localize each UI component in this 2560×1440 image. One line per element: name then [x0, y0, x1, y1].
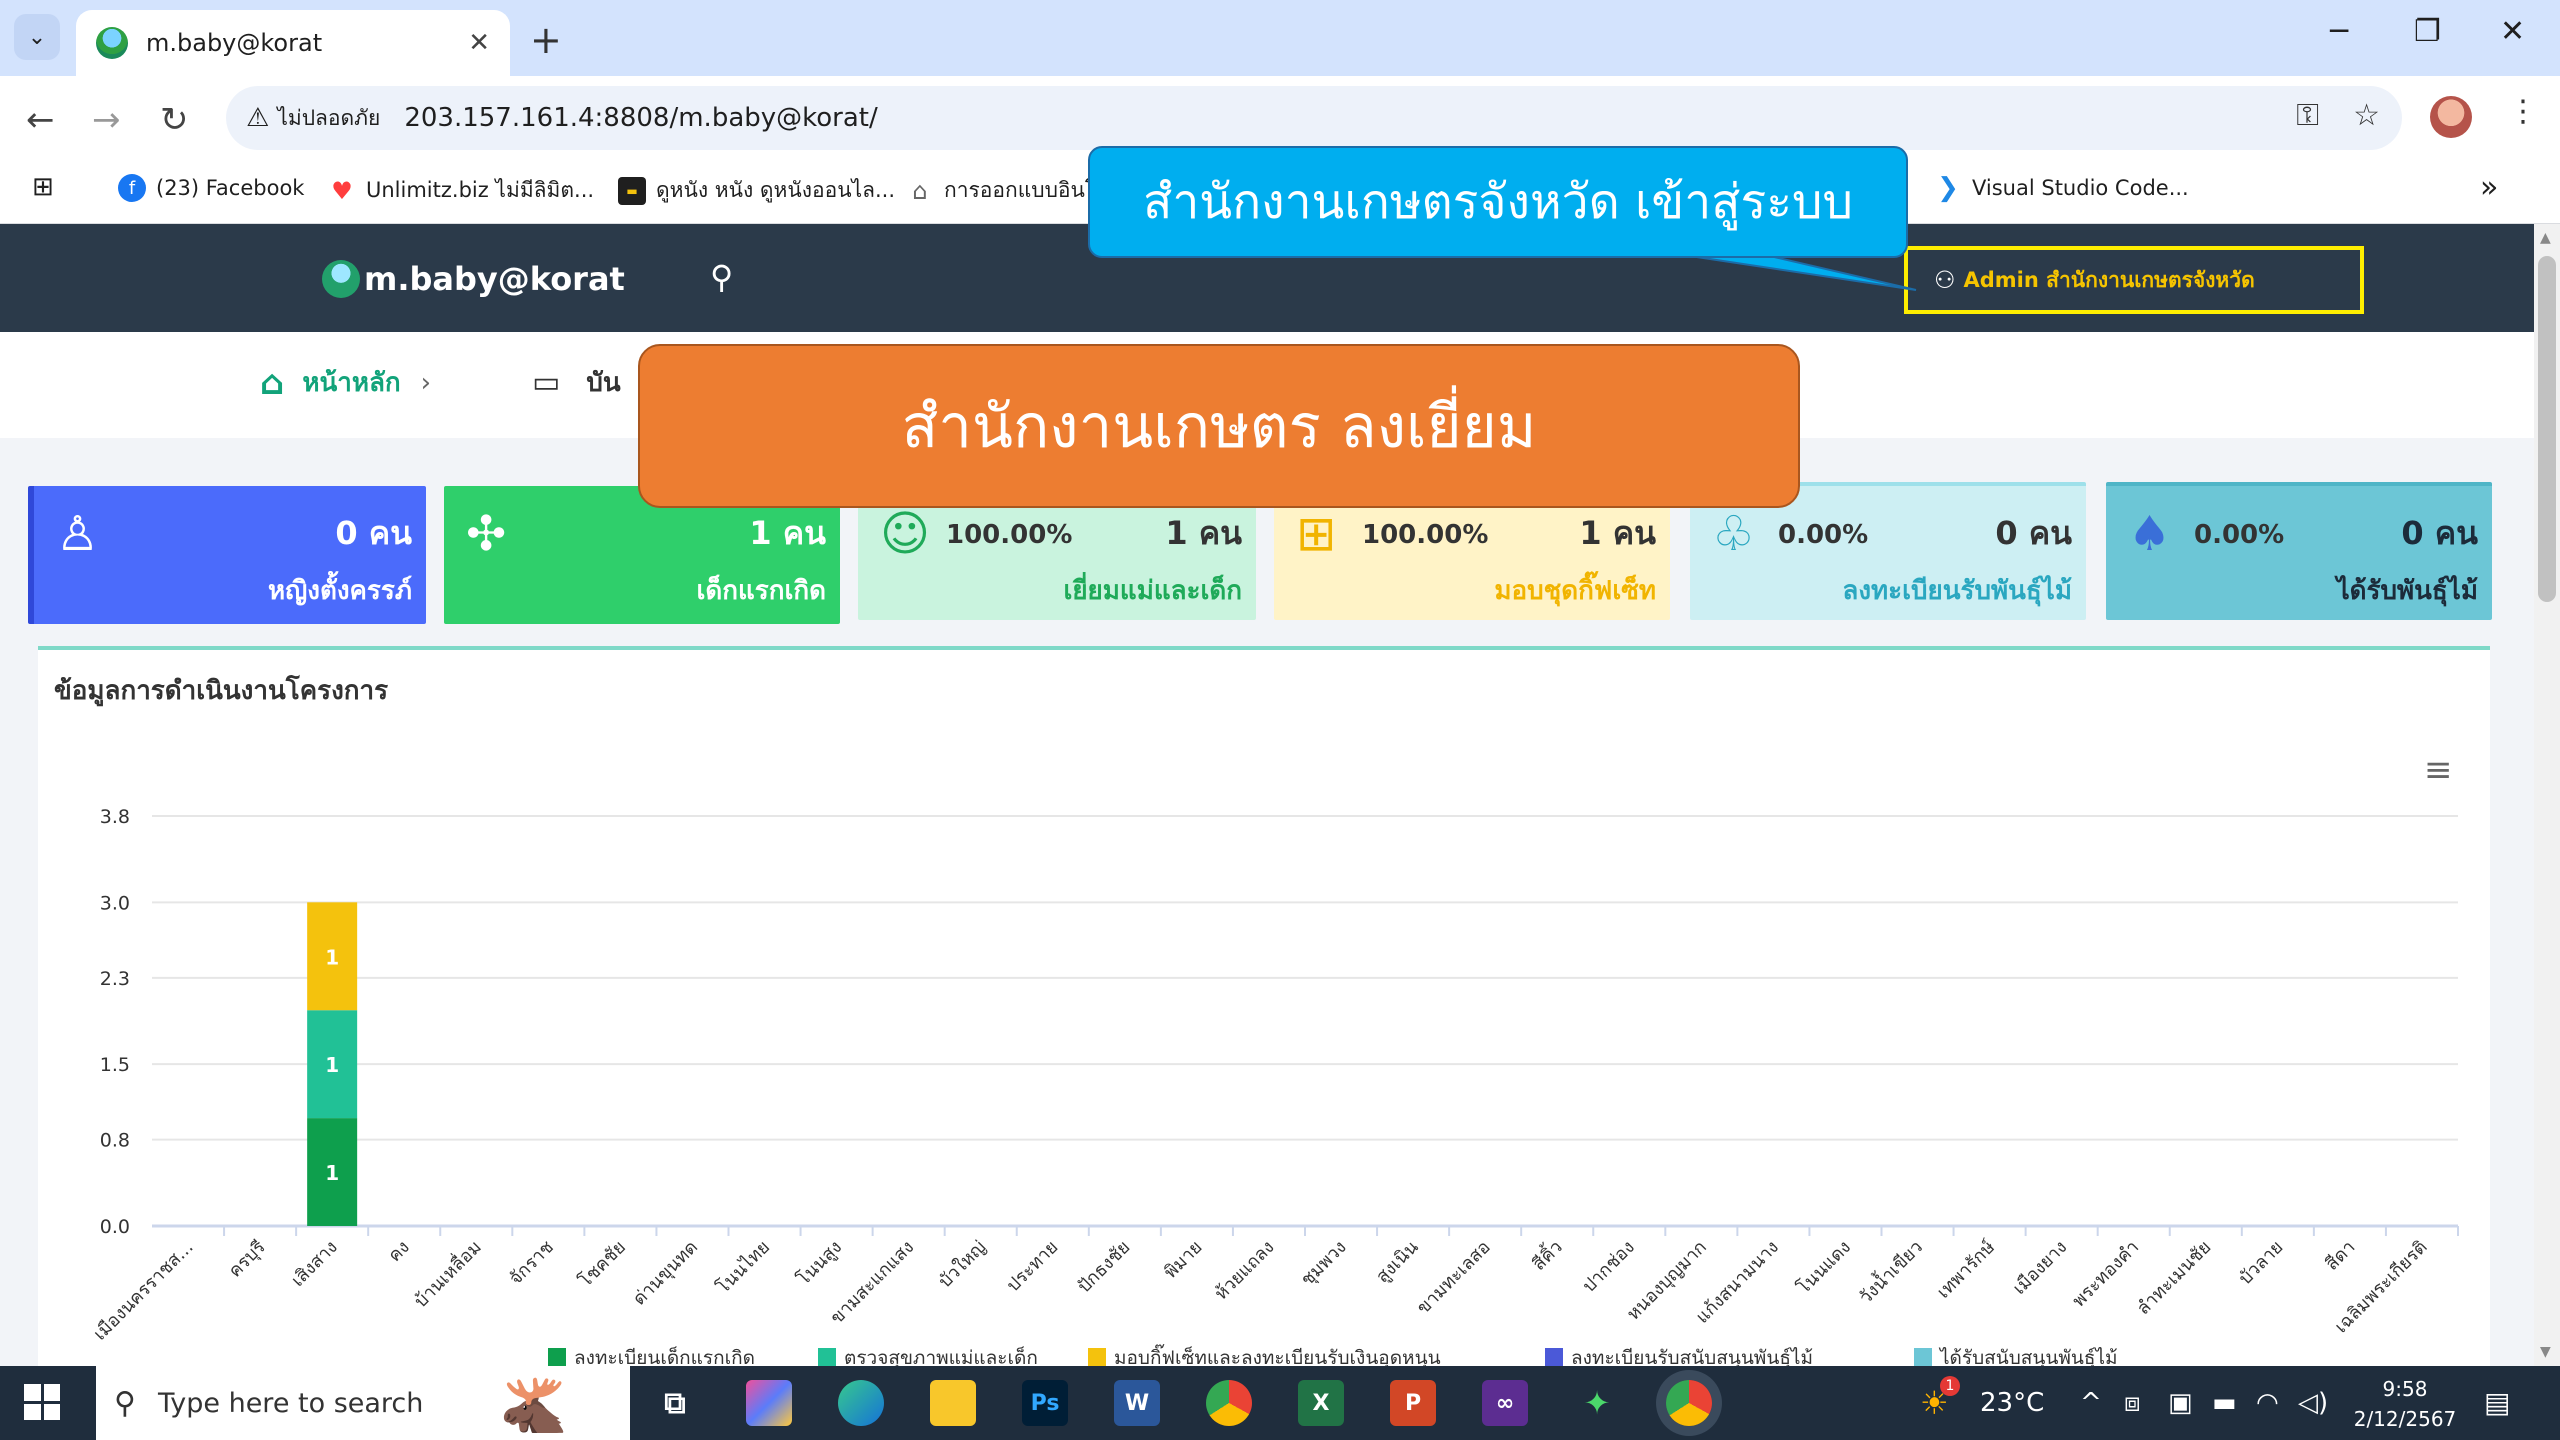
notification-center-icon[interactable]: ▤: [2484, 1386, 2510, 1419]
moose-decoration-icon: 🫎: [500, 1374, 568, 1437]
visual-studio-icon[interactable]: ∞: [1482, 1380, 1528, 1426]
powerpoint-icon[interactable]: P: [1390, 1380, 1436, 1426]
wifi-icon[interactable]: ◠: [2256, 1388, 2279, 1418]
clock-time: 9:58: [2382, 1377, 2428, 1401]
weather-badge: 1: [1940, 1376, 1960, 1396]
battery-icon[interactable]: ▬: [2212, 1388, 2237, 1418]
taskbar-search-placeholder: Type here to search: [157, 1387, 424, 1419]
search-icon: ⚲: [114, 1385, 136, 1421]
windows-taskbar: ⚲ Type here to search 🫎 ⧉ Ps W X P ∞ ✦ ☀…: [0, 1366, 2560, 1440]
windows-start-icon[interactable]: [24, 1384, 60, 1420]
callout-visit: สำนักงานเกษตร ลงเยี่ยม: [638, 344, 1800, 508]
chevron-up-icon[interactable]: ^: [2080, 1388, 2102, 1418]
chrome-icon[interactable]: [1206, 1380, 1252, 1426]
volume-icon[interactable]: ◁): [2298, 1388, 2328, 1418]
callout-login: สำนักงานเกษตรจังหวัด เข้าสู่ระบบ: [1088, 146, 1908, 258]
photoshop-icon[interactable]: Ps: [1022, 1380, 1068, 1426]
excel-icon[interactable]: X: [1298, 1380, 1344, 1426]
pinned-app-icon[interactable]: ✦: [1574, 1380, 1620, 1426]
system-clock[interactable]: 9:58 2/12/2567: [2350, 1374, 2460, 1434]
meet-now-icon[interactable]: ⧈: [2124, 1388, 2141, 1419]
copilot-icon[interactable]: [746, 1380, 792, 1426]
task-view-icon[interactable]: ⧉: [652, 1380, 698, 1426]
edge-icon[interactable]: [838, 1380, 884, 1426]
weather-temperature[interactable]: 23°C: [1980, 1388, 2044, 1418]
word-icon[interactable]: W: [1114, 1380, 1160, 1426]
display-icon[interactable]: ▣: [2168, 1388, 2193, 1418]
chrome-active-icon[interactable]: [1666, 1380, 1712, 1426]
clock-date: 2/12/2567: [2353, 1407, 2457, 1431]
file-explorer-icon[interactable]: [930, 1380, 976, 1426]
